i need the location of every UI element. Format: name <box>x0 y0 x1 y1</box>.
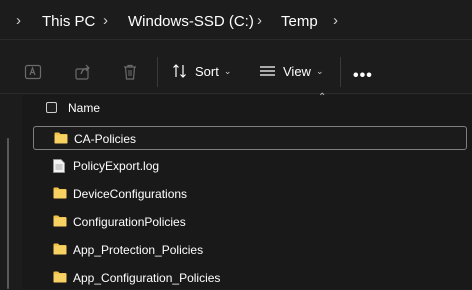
file-list: Name ⌃ CA-Policies PolicyExport.log Devi… <box>22 92 472 290</box>
view-icon <box>260 66 275 76</box>
toolbar-divider <box>340 57 341 87</box>
file-name: App_Configuration_Policies <box>73 271 221 285</box>
view-button[interactable]: View ⌄ <box>259 63 324 79</box>
chevron-right-icon[interactable]: › <box>16 12 21 29</box>
more-options-button[interactable]: ••• <box>353 67 373 85</box>
view-label: View <box>283 63 311 79</box>
sort-icon <box>173 64 186 78</box>
chevron-down-icon: ⌄ <box>315 65 324 76</box>
breadcrumb-item-this-pc[interactable]: This PC <box>42 13 95 30</box>
list-item[interactable]: App_Protection_Policies <box>33 238 467 262</box>
list-item[interactable]: PolicyExport.log <box>33 154 467 178</box>
sort-button[interactable]: Sort ⌄ <box>172 63 231 79</box>
file-name: CA-Policies <box>74 132 137 146</box>
folder-icon <box>53 243 67 258</box>
rename-icon[interactable] <box>24 63 42 84</box>
sort-ascending-icon: ⌃ <box>318 92 327 103</box>
delete-icon[interactable] <box>121 63 139 84</box>
folder-icon <box>53 271 67 286</box>
toolbar-divider <box>157 57 158 87</box>
sort-label: Sort <box>195 63 219 79</box>
column-header-name[interactable]: Name <box>68 101 100 115</box>
navigation-pane <box>0 95 20 289</box>
list-item[interactable]: CA-Policies <box>33 126 467 150</box>
text-file-icon <box>53 159 65 176</box>
command-bar: Sort ⌄ View ⌄ ••• <box>0 41 472 94</box>
folder-icon <box>53 187 67 202</box>
file-name: ConfigurationPolicies <box>73 215 186 229</box>
file-name: DeviceConfigurations <box>73 187 188 201</box>
chevron-down-icon: ⌄ <box>223 65 232 76</box>
breadcrumb-item-drive[interactable]: Windows-SSD (C:) <box>128 13 254 30</box>
file-name: PolicyExport.log <box>73 159 160 173</box>
chevron-right-icon[interactable]: › <box>103 12 108 29</box>
column-header-row: Name ⌃ <box>22 92 472 119</box>
navigation-scrollbar[interactable] <box>7 138 9 289</box>
list-item[interactable]: App_Configuration_Policies <box>33 266 467 290</box>
folder-icon <box>53 215 67 230</box>
folder-icon <box>54 132 68 147</box>
file-name: App_Protection_Policies <box>73 243 204 257</box>
breadcrumb: › This PC › Windows-SSD (C:) › Temp › <box>0 0 472 40</box>
chevron-right-icon[interactable]: › <box>333 12 338 29</box>
chevron-right-icon[interactable]: › <box>257 12 262 29</box>
share-icon[interactable] <box>74 63 92 84</box>
list-item[interactable]: DeviceConfigurations <box>33 182 467 206</box>
select-all-checkbox[interactable] <box>46 102 57 113</box>
list-item[interactable]: ConfigurationPolicies <box>33 210 467 234</box>
breadcrumb-item-temp[interactable]: Temp <box>281 13 318 30</box>
